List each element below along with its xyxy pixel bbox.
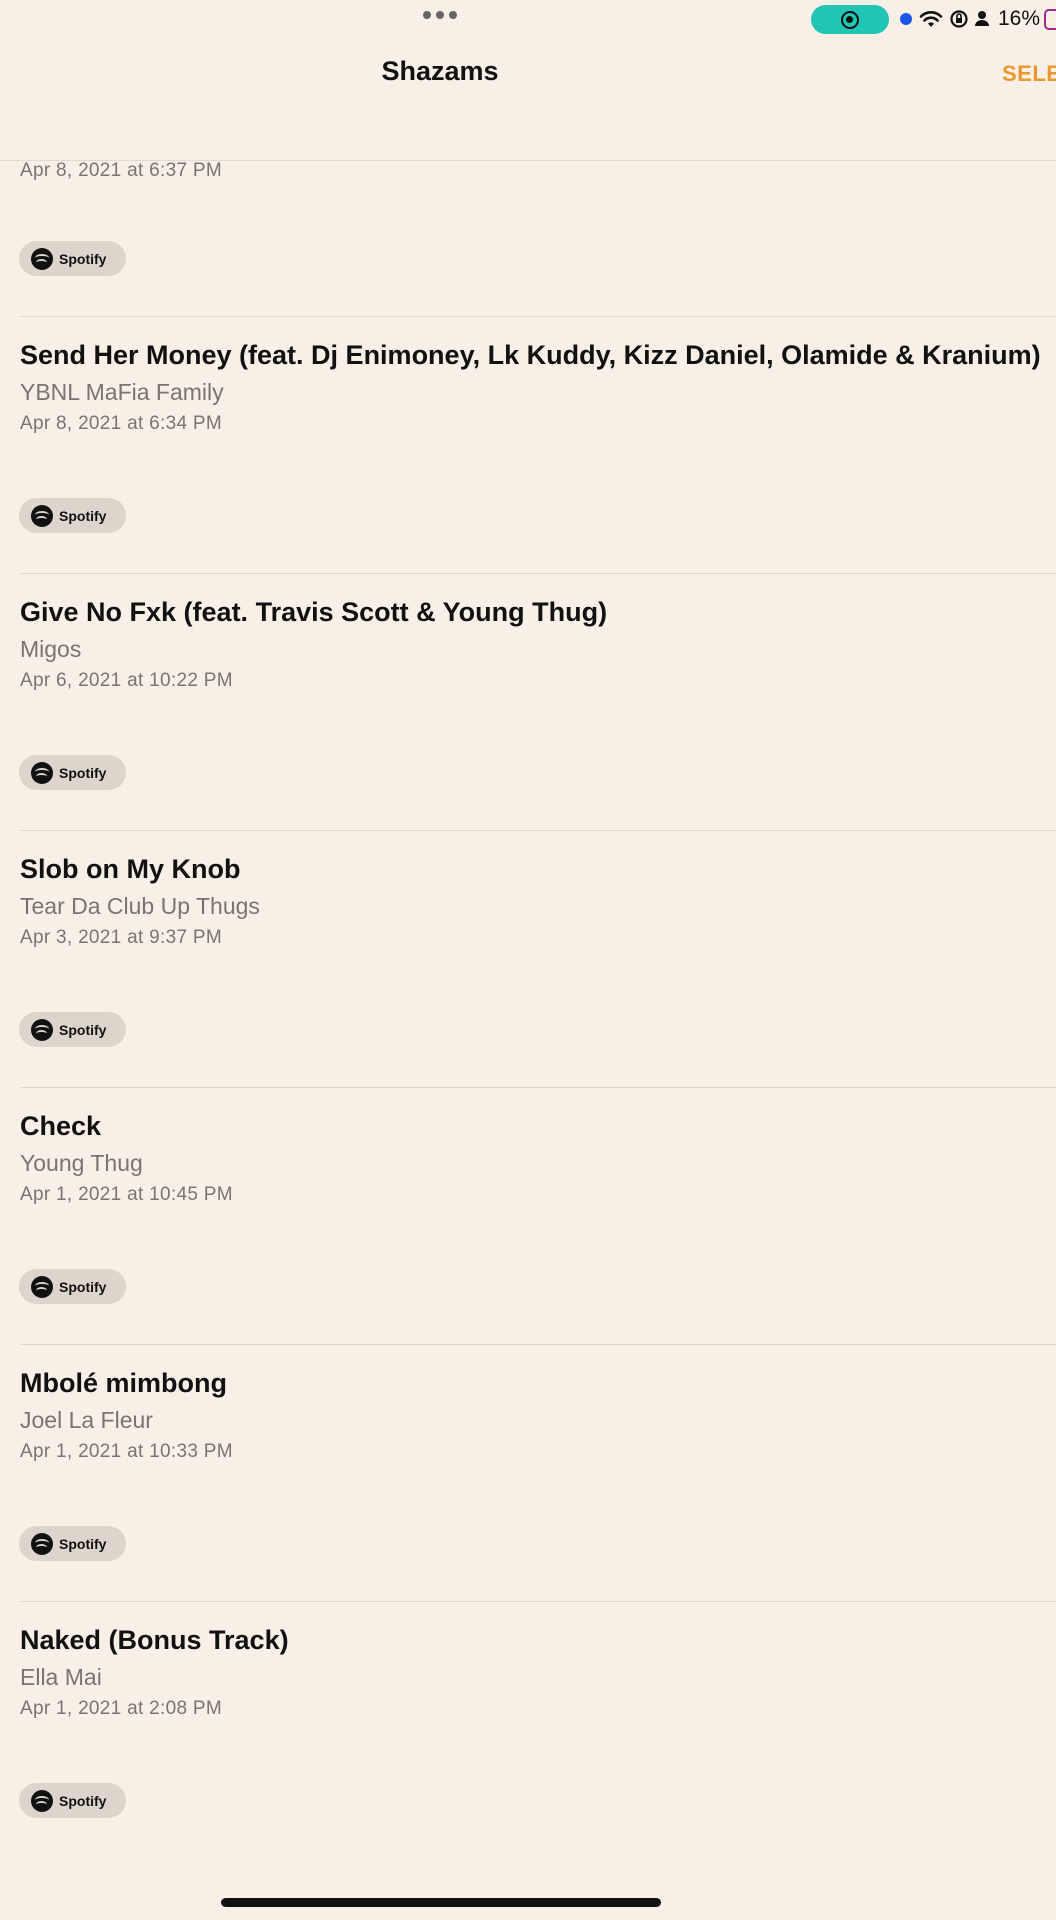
- spotify-button[interactable]: Spotify: [19, 1012, 126, 1047]
- shazams-screen: 16% Shazams SELE Apr 8, 2021 at 6:37 PM …: [0, 0, 1056, 1920]
- spotify-label: Spotify: [59, 507, 107, 524]
- song-artist: Tear Da Club Up Thugs: [20, 893, 260, 919]
- list-item[interactable]: Check Young Thug Apr 1, 2021 at 10:45 PM…: [0, 1088, 1056, 1345]
- wifi-icon: [919, 11, 943, 27]
- spotify-icon: [31, 1532, 53, 1555]
- home-indicator[interactable]: [221, 1898, 661, 1907]
- screen-recording-icon: [841, 11, 859, 29]
- song-title: Naked (Bonus Track): [20, 1625, 289, 1655]
- spotify-label: Spotify: [59, 1535, 107, 1552]
- screen-recording-indicator[interactable]: [811, 5, 889, 34]
- list-item[interactable]: Give No Fxk (feat. Travis Scott & Young …: [0, 574, 1056, 831]
- spotify-icon: [31, 761, 53, 784]
- spotify-icon: [31, 247, 53, 270]
- spotify-button[interactable]: Spotify: [19, 755, 126, 790]
- item-date: Apr 1, 2021 at 10:33 PM: [20, 1441, 233, 1462]
- battery-percentage: 16%: [998, 7, 1041, 30]
- select-button[interactable]: SELE: [1002, 61, 1056, 87]
- song-title: Mbolé mimbong: [20, 1368, 227, 1398]
- item-date: Apr 1, 2021 at 2:08 PM: [20, 1698, 222, 1719]
- spotify-icon: [31, 1018, 53, 1041]
- multitasking-dots-icon[interactable]: [423, 11, 457, 19]
- spotify-label: Spotify: [59, 1278, 107, 1295]
- item-date: Apr 8, 2021 at 6:34 PM: [20, 413, 222, 434]
- list-item[interactable]: Send Her Money (feat. Dj Enimoney, Lk Ku…: [0, 317, 1056, 574]
- person-icon: [975, 11, 989, 26]
- battery-icon: [1044, 9, 1056, 30]
- privacy-indicator-dot: [900, 13, 912, 25]
- spotify-label: Spotify: [59, 1021, 107, 1038]
- song-title: Send Her Money (feat. Dj Enimoney, Lk Ku…: [20, 340, 1041, 370]
- spotify-button[interactable]: Spotify: [19, 1526, 126, 1561]
- screen-lock-rotation-icon: [950, 10, 968, 28]
- spotify-label: Spotify: [59, 1792, 107, 1809]
- item-date: Apr 3, 2021 at 9:37 PM: [20, 927, 222, 948]
- song-artist: YBNL MaFia Family: [20, 379, 224, 405]
- list-item[interactable]: Mbolé mimbong Joel La Fleur Apr 1, 2021 …: [0, 1345, 1056, 1602]
- spotify-label: Spotify: [59, 250, 107, 267]
- item-date: Apr 8, 2021 at 6:37 PM: [20, 160, 222, 181]
- page-title: Shazams: [381, 56, 499, 86]
- status-bar: 16%: [0, 0, 1056, 40]
- spotify-button[interactable]: Spotify: [19, 1783, 126, 1818]
- spotify-icon: [31, 1789, 53, 1812]
- list-item[interactable]: Slob on My Knob Tear Da Club Up Thugs Ap…: [0, 831, 1056, 1088]
- song-title: Slob on My Knob: [20, 854, 241, 884]
- song-artist: Young Thug: [20, 1150, 143, 1176]
- spotify-button[interactable]: Spotify: [19, 498, 126, 533]
- song-artist: Migos: [20, 636, 82, 662]
- spotify-button[interactable]: Spotify: [19, 241, 126, 276]
- item-date: Apr 1, 2021 at 10:45 PM: [20, 1184, 233, 1205]
- list-item[interactable]: Naked (Bonus Track) Ella Mai Apr 1, 2021…: [0, 1602, 1056, 1859]
- spotify-icon: [31, 1275, 53, 1298]
- song-title: Check: [20, 1111, 102, 1141]
- item-date: Apr 6, 2021 at 10:22 PM: [20, 670, 233, 691]
- song-artist: Joel La Fleur: [20, 1407, 153, 1433]
- song-artist: Ella Mai: [20, 1664, 102, 1690]
- spotify-button[interactable]: Spotify: [19, 1269, 126, 1304]
- spotify-label: Spotify: [59, 764, 107, 781]
- spotify-icon: [31, 504, 53, 527]
- song-title: Give No Fxk (feat. Travis Scott & Young …: [20, 597, 608, 627]
